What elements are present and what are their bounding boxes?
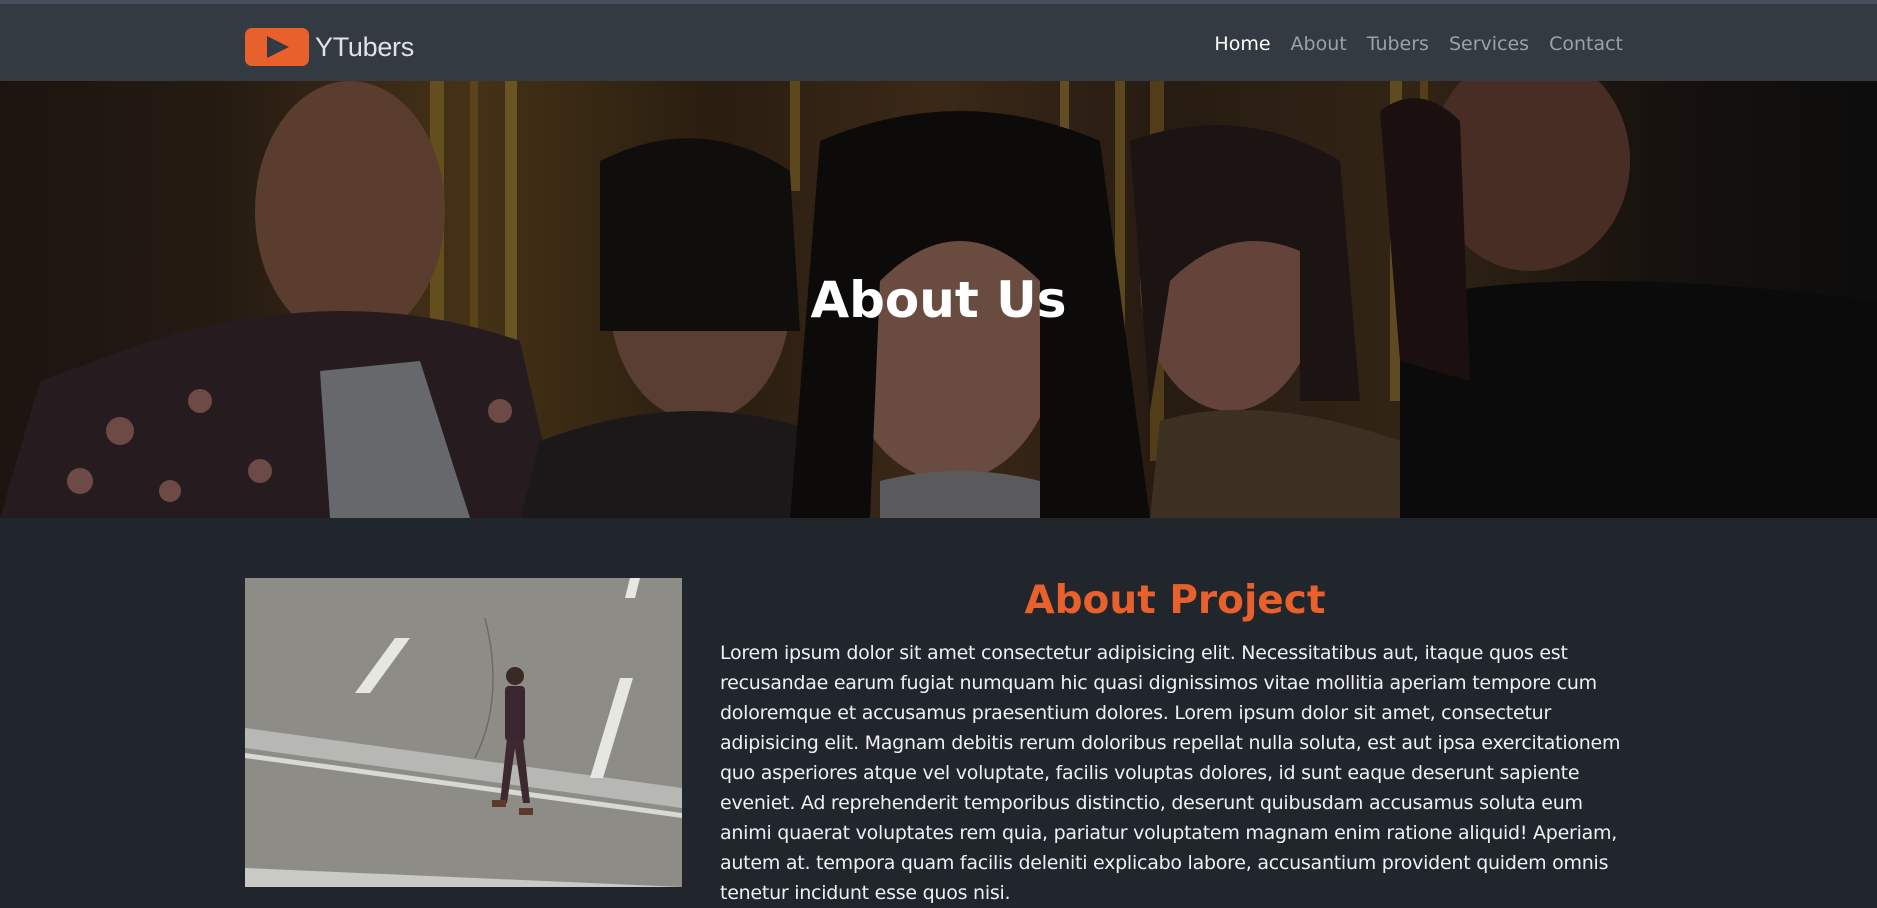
about-title: About Project bbox=[1024, 578, 1326, 623]
nav-contact[interactable]: Contact bbox=[1549, 33, 1623, 55]
nav-tubers[interactable]: Tubers bbox=[1367, 33, 1429, 55]
nav-services[interactable]: Services bbox=[1449, 33, 1529, 55]
navbar: YTubers Home About Tubers Services Conta… bbox=[0, 4, 1877, 81]
about-text: Lorem ipsum dolor sit amet consectetur a… bbox=[720, 642, 1621, 904]
brand-name: YTubers bbox=[315, 31, 414, 62]
nav-home[interactable]: Home bbox=[1214, 33, 1270, 55]
about-photo bbox=[245, 578, 682, 887]
play-icon bbox=[245, 28, 309, 66]
main-nav: Home About Tubers Services Contact bbox=[1194, 33, 1623, 55]
nav-about[interactable]: About bbox=[1291, 33, 1347, 55]
brand-link[interactable]: YTubers bbox=[245, 26, 414, 68]
hero-title: About Us bbox=[810, 271, 1067, 329]
hero-banner: About Us bbox=[0, 81, 1877, 518]
